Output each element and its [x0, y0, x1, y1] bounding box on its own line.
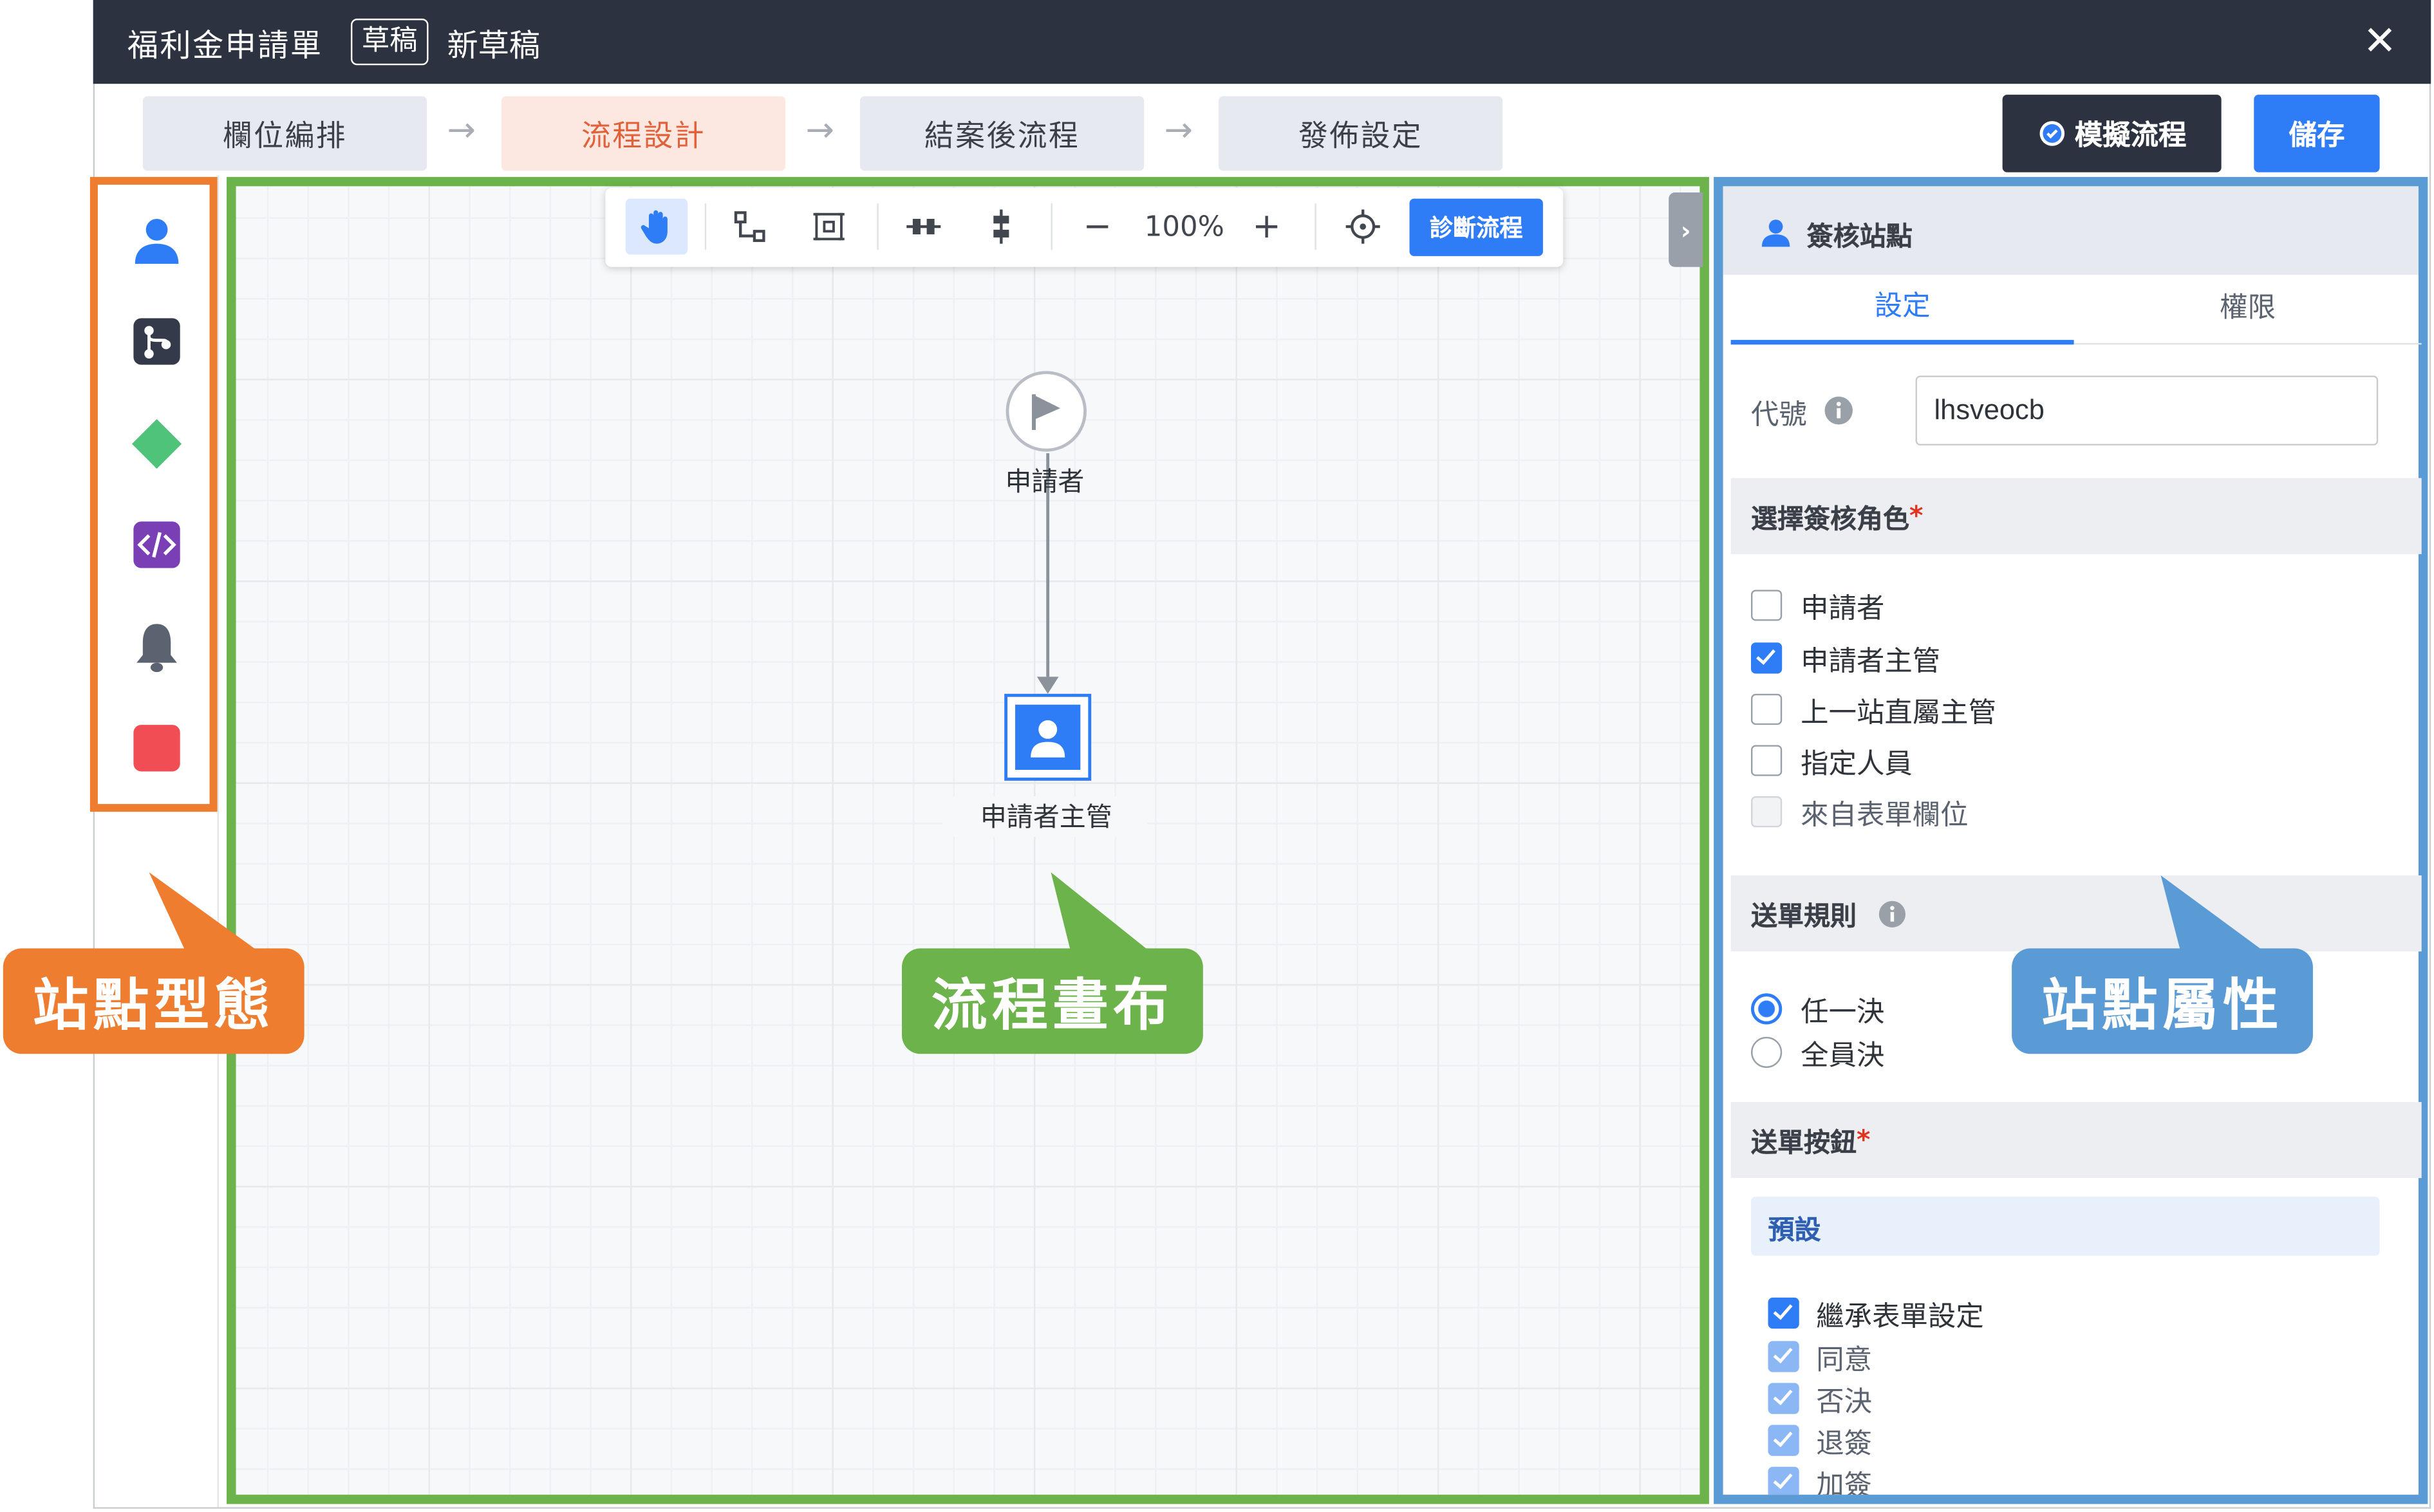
callout-pointer-orange — [149, 872, 261, 953]
callout-pointer-blue — [2160, 875, 2267, 953]
callout-properties: 站點屬性 — [2012, 948, 2313, 1054]
callout-canvas: 流程畫布 — [901, 948, 1203, 1054]
callout-pointers — [149, 872, 2267, 953]
callout-pointer-green — [1051, 872, 1152, 953]
callout-palette: 站點型態 — [3, 948, 304, 1054]
